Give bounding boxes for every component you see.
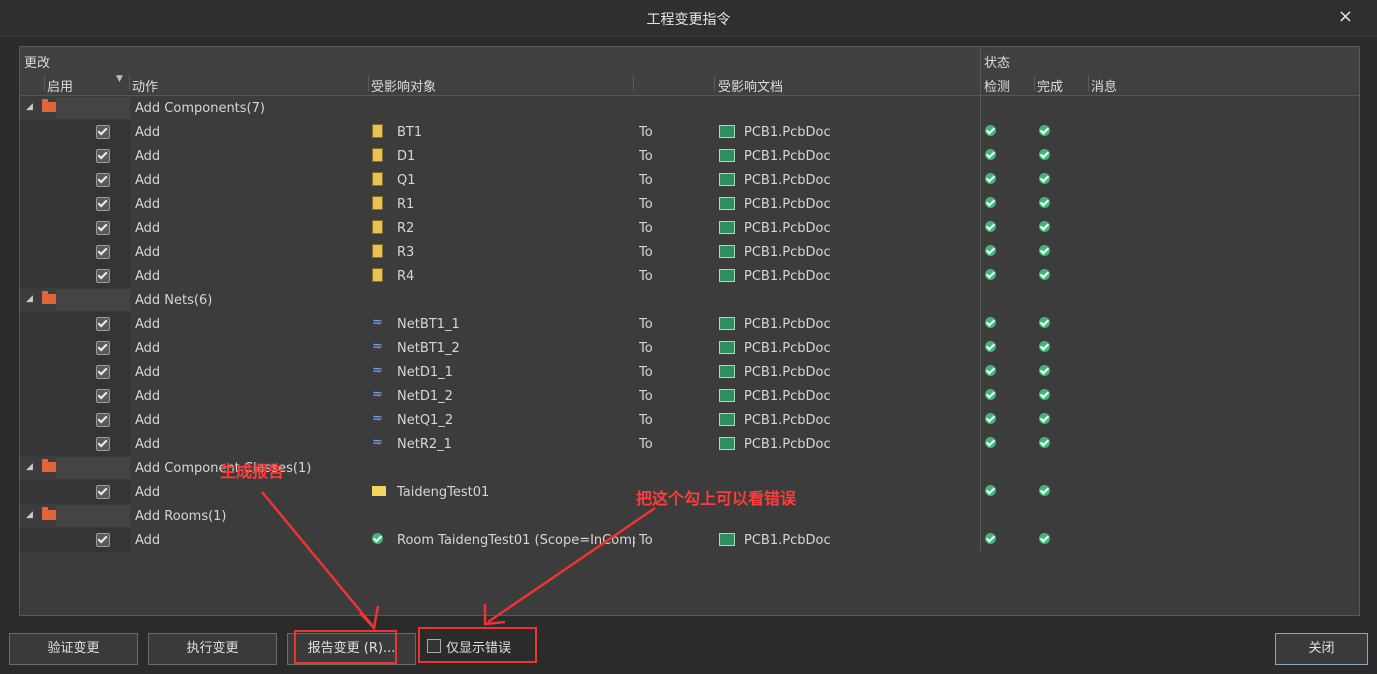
arrow-to-checkbox: [487, 506, 656, 624]
annotation-arrows: [261, 491, 656, 631]
arrow-head: [359, 605, 380, 631]
arrow-to-report: [261, 491, 373, 626]
